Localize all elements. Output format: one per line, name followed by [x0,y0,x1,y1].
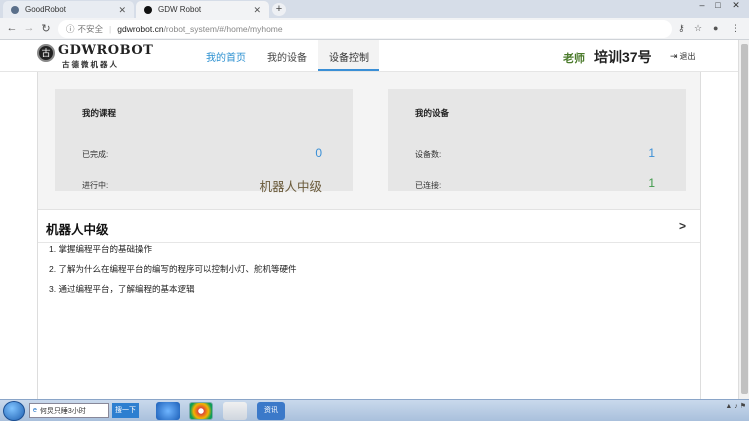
device-count-label: 设备数: [415,150,442,159]
gdwrobot-logo[interactable]: 古 GDWROBOT 古德微机器人 [37,43,153,69]
window-close-icon[interactable]: ✕ [729,0,743,10]
vertical-scrollbar[interactable] [738,40,749,399]
taskbar-search-button[interactable]: 搜一下 [112,403,139,418]
paint-taskbar-icon[interactable] [223,402,247,420]
url-field[interactable]: ⓘ 不安全 | gdwrobot.cn/robot_system/#/home/… [58,20,672,38]
logout-icon: ⇥ [670,51,678,61]
scrollbar-thumb[interactable] [741,44,748,394]
nav-my-home[interactable]: 我的首页 [206,49,246,64]
ie-small-icon: e [33,407,37,414]
user-name: 培训37号 [594,49,652,65]
address-bar: ← → ↻ ⓘ 不安全 | gdwrobot.cn/robot_system/#… [0,18,749,40]
start-button-icon[interactable] [3,401,25,421]
ie-taskbar-icon[interactable] [156,402,180,420]
browser-tab-strip: GoodRobot ✕ GDW Robot ✕ + – □ ✕ [0,0,749,18]
main-content: 我的课程 已完成: 0 进行中: 机器人中级 我的设备 设备数: 1 已连接: … [37,72,701,399]
completed-label: 已完成: [82,150,109,159]
my-devices-card: 我的设备 设备数: 1 已连接: 1 [388,89,686,191]
news-taskbar-button[interactable]: 资讯 [257,402,285,420]
system-tray[interactable]: ▲ ♪ ⚑ [725,403,746,411]
close-tab-icon[interactable]: ✕ [253,5,261,16]
security-label: 不安全 [77,24,104,34]
card-title: 我的设备 [415,108,450,118]
account-icon[interactable]: ● [713,23,718,33]
bookmark-star-icon[interactable]: ☆ [694,23,702,34]
back-icon[interactable]: ← [5,22,19,34]
in-progress-label: 进行中: [82,181,109,190]
in-progress-value[interactable]: 机器人中级 [259,176,322,195]
nav-my-devices[interactable]: 我的设备 [267,49,307,64]
taskbar-search-input[interactable]: e 何炅只睡3小时 [29,403,109,418]
course-section: 机器人中级 > 1. 掌握编程平台的基础操作 2. 了解为什么在编程平台的编写的… [38,209,700,399]
connected-label: 已连接: [415,181,442,190]
url-path: /robot_system/#/home/myhome [163,24,283,34]
windows-taskbar: e 何炅只睡3小时 搜一下 资讯 ▲ ♪ ⚑ [0,399,749,421]
connected-value[interactable]: 1 [648,176,655,190]
list-item: 2. 了解为什么在编程平台的编写的程序可以控制小灯、舵机等硬件 [49,264,297,274]
completed-value[interactable]: 0 [315,146,322,160]
list-item: 3. 通过编程平台，了解编程的基本逻辑 [49,284,195,294]
nav-device-control[interactable]: 设备控制 [329,49,369,64]
tab-title: GoodRobot [25,5,66,14]
chrome-taskbar-icon[interactable] [189,402,213,420]
browser-tab-goodrobot[interactable]: GoodRobot ✕ [3,1,134,18]
logo-brand: GDWROBOT [58,43,154,58]
menu-dots-icon[interactable]: ⋮ [731,23,740,34]
tab-title: GDW Robot [158,5,202,14]
list-item: 1. 掌握编程平台的基础操作 [49,244,152,254]
taskbar-search-text: 何炅只睡3小时 [39,407,86,415]
card-title: 我的课程 [82,108,117,118]
logout-button[interactable]: ⇥ 退出 [670,51,696,62]
logo-subtitle: 古德微机器人 [62,60,119,69]
site-header: 古 GDWROBOT 古德微机器人 我的首页 我的设备 设备控制 老师 培训37… [0,40,738,72]
site-favicon-icon [11,5,19,14]
course-header[interactable]: 机器人中级 > [38,210,700,243]
device-count-value[interactable]: 1 [648,146,655,160]
url-host: gdwrobot.cn [117,24,164,34]
minimize-icon[interactable]: – [695,0,709,10]
logo-coin-icon: 古 [37,44,55,62]
forward-icon[interactable]: → [22,22,36,34]
browser-tab-gdw-robot[interactable]: GDW Robot ✕ [136,1,269,18]
user-role: 老师 [563,53,585,65]
my-courses-card: 我的课程 已完成: 0 进行中: 机器人中级 [55,89,353,194]
key-icon[interactable]: ⚷ [678,23,685,34]
logout-label: 退出 [679,52,696,61]
tray-icons: ▲ ♪ ⚑ [725,403,746,410]
close-tab-icon[interactable]: ✕ [118,5,126,16]
reload-icon[interactable]: ↻ [39,22,53,35]
info-icon[interactable]: ⓘ [66,23,75,35]
maximize-icon[interactable]: □ [711,0,725,10]
site-favicon-icon [144,5,152,14]
new-tab-button[interactable]: + [272,3,286,16]
chevron-right-icon[interactable]: > [679,219,686,233]
course-title: 机器人中级 [46,223,109,237]
